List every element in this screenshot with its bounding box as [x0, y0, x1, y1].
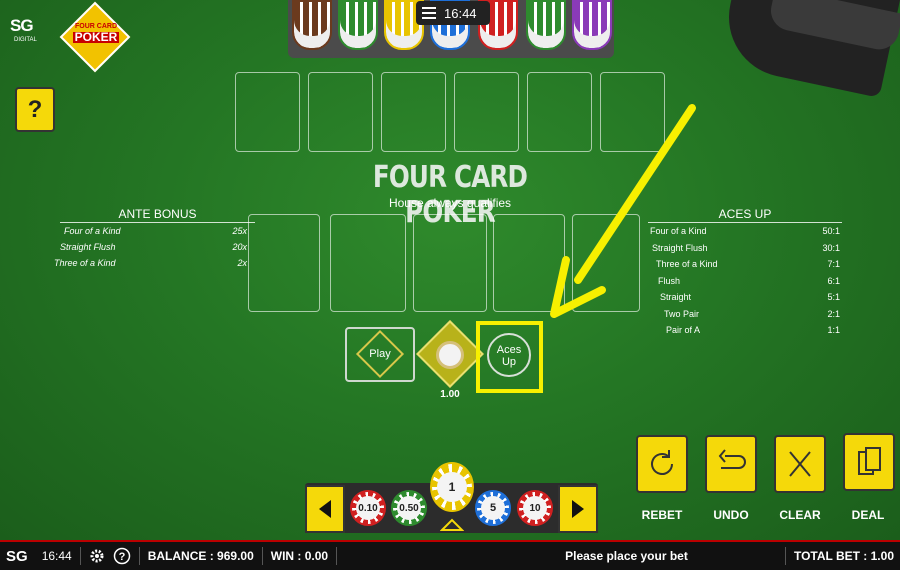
rack-chip [572, 0, 612, 50]
aces-up-label-1: Aces [496, 344, 522, 356]
cards-icon [858, 447, 881, 475]
dealer-card-slot [235, 72, 300, 152]
ante-bonus-header: ANTE BONUS [60, 207, 255, 223]
chip-1-selected[interactable]: 1 [430, 462, 474, 512]
chip-value: 5 [481, 496, 505, 520]
rebet-icon [651, 450, 673, 475]
clear-button[interactable] [774, 435, 826, 493]
player-card-slot [248, 214, 320, 312]
ante-bonus-hand: Four of a Kind [64, 226, 121, 236]
selected-indicator-icon [440, 518, 464, 531]
header-time: 16:44 [444, 5, 477, 21]
sg-digital-text: DIGITAL [14, 37, 37, 43]
aces-up-payout: 7:1 [827, 259, 840, 269]
ante-chip [436, 341, 464, 369]
status-message: Please place your bet [565, 549, 688, 563]
status-bar: SG 16:44 ? BALANCE : 969.00 WIN : 0.00 P… [0, 540, 900, 570]
chip-0-10[interactable]: 0.10 [350, 490, 386, 526]
ante-bonus-rows: Four of a Kind 25x Straight Flush 20x Three … [54, 223, 255, 271]
undo-label: UNDO [713, 508, 749, 522]
chip-value: 1 [437, 472, 467, 502]
chip-value: 0.10 [356, 496, 380, 520]
aces-up-payout: 6:1 [827, 275, 840, 286]
ante-amount: 1.00 [440, 389, 460, 400]
game-logo-bottom: POKER [73, 30, 119, 44]
rack-chip [338, 0, 378, 50]
deal-label: DEAL [851, 508, 885, 522]
aces-up-payout: 5:1 [827, 292, 840, 302]
sg-logo: SG [10, 16, 34, 35]
chip-value: 0.50 [397, 496, 421, 520]
help-button[interactable]: ? [15, 87, 55, 132]
total-bet: TOTAL BET : 1.00 [793, 549, 894, 563]
chip-5[interactable]: 5 [475, 490, 511, 526]
status-time: 16:44 [41, 549, 72, 563]
chip-next-button[interactable] [558, 485, 598, 533]
arrow-left-icon [319, 500, 331, 518]
aces-up-payout: 1:1 [827, 325, 840, 335]
win: WIN : 0.00 [270, 549, 329, 563]
player-card-slot [413, 214, 487, 312]
ante-bonus-row: Straight Flush 20x [60, 239, 255, 255]
game-table: SG DIGITAL FOUR CARD POKER ? 16:44 FOUR … [0, 0, 900, 540]
arrow-right-icon [572, 500, 584, 518]
divider [336, 547, 338, 565]
divider [261, 547, 263, 565]
dealer-card-slot [308, 72, 373, 152]
ante-bonus-hand: Three of a Kind [54, 258, 116, 268]
rebet-button[interactable] [636, 435, 688, 493]
undo-icon [718, 449, 746, 469]
ante-bonus-row: Four of a Kind 25x [60, 223, 255, 239]
menu-button[interactable]: 16:44 [416, 1, 490, 25]
play-label: Play [369, 348, 391, 360]
divider [79, 547, 81, 565]
aces-up-bet-spot[interactable]: Aces Up [487, 333, 531, 377]
rebet-label: REBET [641, 508, 683, 522]
ante-bonus-paytable: ANTE BONUS Four of a Kind 25x Straight Flu… [54, 207, 255, 271]
menu-icon [422, 7, 436, 19]
aces-up-hand: Pair of A [666, 325, 701, 335]
deal-button[interactable] [843, 433, 895, 491]
ante-bonus-payout: 20x [232, 242, 247, 252]
ante-bonus-payout: 2x [237, 258, 247, 268]
chip-value: 10 [523, 496, 547, 520]
balance: BALANCE : 969.00 [147, 549, 254, 563]
chip-0-50[interactable]: 0.50 [391, 490, 427, 526]
aces-up-label-2: Up [501, 356, 517, 368]
chip-prev-button[interactable] [305, 485, 345, 533]
ante-bonus-payout: 25x [232, 226, 247, 236]
status-sg-logo: SG [6, 547, 28, 565]
chip-10[interactable]: 10 [517, 490, 553, 526]
aces-up-payout: 50:1 [822, 226, 840, 236]
table-subtitle: House always qualifies [388, 196, 512, 210]
close-icon [789, 451, 811, 477]
dealer-card-slot [454, 72, 519, 152]
ante-bonus-hand: Straight Flush [60, 242, 116, 252]
game-logo-top: FOUR CARD [75, 23, 117, 30]
dealer-card-slot [381, 72, 446, 152]
svg-text:?: ? [118, 551, 125, 563]
divider [784, 547, 786, 565]
gear-icon[interactable] [89, 548, 105, 564]
rack-chip [292, 0, 332, 50]
rack-chip [526, 0, 566, 50]
aces-up-payout: 30:1 [822, 242, 840, 253]
help-icon[interactable]: ? [113, 547, 131, 565]
ante-bonus-row: Three of a Kind 2x [54, 255, 255, 271]
aces-up-payout: 2:1 [827, 308, 840, 319]
divider [138, 547, 140, 565]
player-card-slot [330, 214, 406, 312]
pointer-arrow-icon [550, 104, 696, 318]
undo-button[interactable] [705, 435, 757, 493]
game-logo: FOUR CARD POKER [73, 21, 119, 43]
clear-label: CLEAR [779, 508, 821, 522]
